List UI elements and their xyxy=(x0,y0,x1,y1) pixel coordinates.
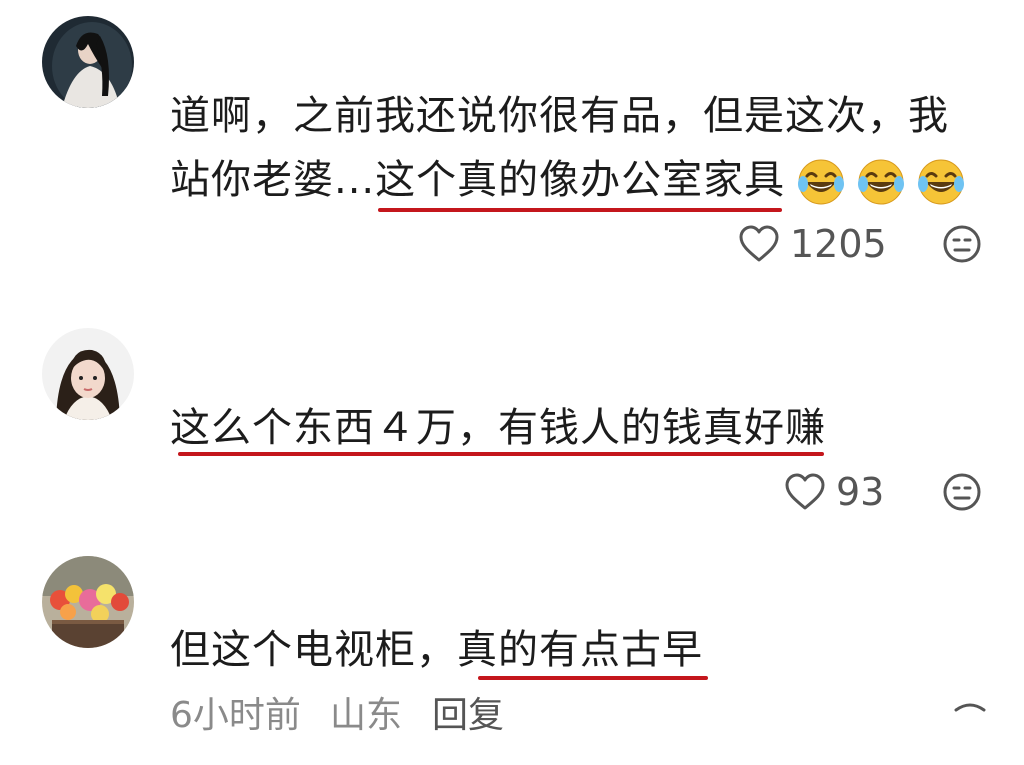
red-underline xyxy=(178,452,824,456)
dislike-face-icon[interactable] xyxy=(942,472,982,512)
like-count: 1205 xyxy=(790,222,887,266)
comment-text-line-2: 站你老婆...这个真的像办公室家具 xyxy=(170,156,965,206)
heart-icon[interactable] xyxy=(784,472,826,512)
avatar[interactable] xyxy=(42,556,134,648)
dislike-face-icon[interactable] xyxy=(942,224,982,264)
red-underline xyxy=(378,208,782,212)
laughing-tears-emoji xyxy=(797,158,845,206)
comment-text: 但这个电视柜， xyxy=(170,627,457,673)
dislike-face-icon[interactable] xyxy=(950,696,990,716)
highlighted-text: 这个真的像办公室家具 xyxy=(375,157,786,203)
laughing-tears-emoji xyxy=(857,158,905,206)
highlighted-text: 真的有点古早 xyxy=(457,627,703,673)
comment-text-line-1: 道啊，之前我还说你很有品，但是这次，我 xyxy=(170,92,949,140)
like-count: 93 xyxy=(836,470,885,514)
highlighted-text: 这么个东西４万，有钱人的钱真好赚 xyxy=(170,405,826,451)
comment-2: 这么个东西４万，有钱人的钱真好赚 93 xyxy=(0,300,1024,530)
comment-text: 站你老婆... xyxy=(170,157,376,203)
comment-text-line-1: 这么个东西４万，有钱人的钱真好赚 xyxy=(170,404,826,452)
comment-1: 道啊，之前我还说你很有品，但是这次，我 站你老婆...这个真的像办公室家具 12… xyxy=(0,0,1024,300)
comment-timestamp: 6小时前 xyxy=(170,695,301,736)
comment-3: 但这个电视柜，真的有点古早 6小时前 山东 回复 xyxy=(0,530,1024,765)
avatar[interactable] xyxy=(42,16,134,108)
comment-location: 山东 xyxy=(330,695,403,736)
comment-text: 道啊，之前我还说你很有品，但是这次，我 xyxy=(170,93,949,139)
reply-button[interactable]: 回复 xyxy=(432,694,504,738)
avatar[interactable] xyxy=(42,328,134,420)
heart-icon[interactable] xyxy=(738,224,780,264)
laughing-tears-emoji xyxy=(917,158,965,206)
red-underline xyxy=(478,676,708,680)
comment-text-line-1: 但这个电视柜，真的有点古早 xyxy=(170,626,703,674)
